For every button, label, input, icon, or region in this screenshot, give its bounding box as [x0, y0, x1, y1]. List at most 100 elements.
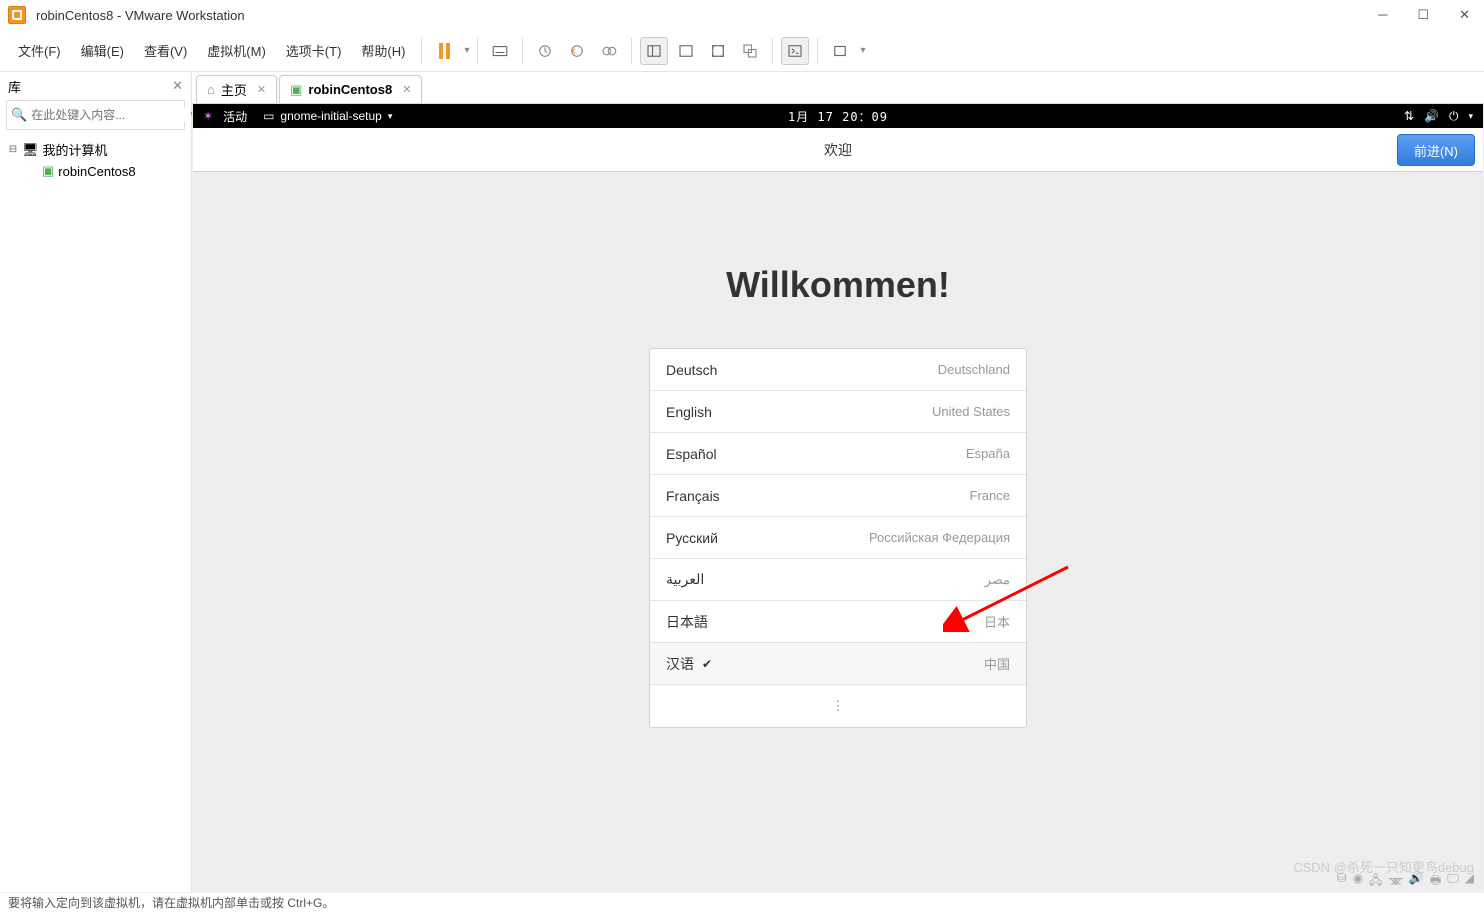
snapshot-manager-icon — [600, 42, 618, 60]
gnome-topbar-left: ✶ 活动 ▭ gnome-initial-setup ▾ — [203, 108, 392, 125]
snapshot-manager-button[interactable] — [595, 37, 623, 65]
window-titlebar: robinCentos8 - VMware Workstation ─ ☐ ✕ — [0, 0, 1484, 30]
menu-help[interactable]: 帮助(H) — [353, 37, 413, 64]
language-list: Deutsch Deutschland English United State… — [649, 348, 1027, 728]
power-icon: ⏻ — [1449, 109, 1459, 124]
welcome-title: Willkommen! — [726, 264, 950, 306]
network-icon: 🖧 — [1369, 871, 1382, 892]
menu-view[interactable]: 查看(V) — [136, 37, 195, 64]
volume-icon: 🔊 — [1424, 109, 1439, 123]
tab-vm-label: robinCentos8 — [308, 82, 392, 97]
gnome-activities-icon[interactable]: ✶ — [203, 109, 213, 123]
gnome-clock[interactable]: 1月 17 20：09 — [788, 108, 888, 125]
library-sidebar: 库 ✕ 🔍 ▾ ⊟ 🖥 我的计算机 ▣ robinCentos8 — [0, 72, 192, 892]
tree-vm-label: robinCentos8 — [58, 164, 135, 179]
vm-status-icons: ⛁ ◉ 🖧 ᚘ 🔊 🖶 🖵 ◢ — [1337, 871, 1475, 892]
pause-dropdown[interactable]: ▾ — [464, 45, 469, 56]
tab-home[interactable]: ⌂ 主页 ✕ — [196, 75, 277, 103]
app-window-icon: ▭ — [263, 109, 274, 123]
snapshot-button[interactable] — [531, 37, 559, 65]
minimize-button[interactable]: ─ — [1372, 5, 1393, 25]
console-view-button[interactable] — [781, 37, 809, 65]
chevron-down-icon: ▾ — [388, 111, 393, 122]
send-ctrl-alt-del-button[interactable] — [486, 37, 514, 65]
language-item-espanol[interactable]: Español España — [650, 433, 1026, 475]
language-item-english[interactable]: English United States — [650, 391, 1026, 433]
separator — [772, 38, 773, 64]
console-view-icon — [786, 42, 804, 60]
tab-close-button[interactable]: ✕ — [402, 83, 411, 96]
close-button[interactable]: ✕ — [1453, 5, 1476, 25]
language-item-francais[interactable]: Français France — [650, 475, 1026, 517]
tree-root-my-computer[interactable]: ⊟ 🖥 我的计算机 — [4, 138, 187, 161]
menu-vm[interactable]: 虚拟机(M) — [199, 37, 274, 64]
more-icon: ⋮ — [832, 698, 845, 714]
keyboard-icon — [491, 42, 509, 60]
snapshot-icon — [536, 42, 554, 60]
vm-viewport[interactable]: ✶ 活动 ▭ gnome-initial-setup ▾ 1月 17 20：09… — [193, 104, 1483, 892]
language-name: English — [666, 404, 712, 420]
home-icon: ⌂ — [207, 82, 215, 97]
tab-home-label: 主页 — [221, 80, 247, 99]
sidebar-close-button[interactable]: ✕ — [172, 78, 183, 94]
menu-edit[interactable]: 编辑(E) — [73, 37, 132, 64]
vm-icon: ▣ — [42, 163, 54, 179]
status-bar: 要将输入定向到该虚拟机，请在虚拟机内部单击或按 Ctrl+G。 — [0, 892, 1484, 912]
gnome-app-indicator[interactable]: ▭ gnome-initial-setup ▾ — [263, 109, 392, 123]
next-button-label: 前进(N) — [1414, 141, 1458, 160]
resize-grip-icon[interactable]: ◢ — [1465, 871, 1474, 892]
maximize-button[interactable]: ☐ — [1411, 5, 1435, 25]
stretch-dropdown[interactable]: ▾ — [860, 45, 865, 56]
language-name: 汉语✔ — [666, 654, 712, 674]
separator — [421, 38, 422, 64]
language-country: Российская Федерация — [869, 530, 1010, 545]
language-name: Русский — [666, 530, 718, 546]
tab-vm[interactable]: ▣ robinCentos8 ✕ — [279, 75, 422, 103]
tree-vm-item[interactable]: ▣ robinCentos8 — [4, 161, 187, 181]
window-title: robinCentos8 - VMware Workstation — [36, 8, 1372, 23]
language-name: Deutsch — [666, 362, 717, 378]
cd-icon: ◉ — [1353, 871, 1363, 892]
vm-icon: ▣ — [290, 82, 302, 98]
computer-icon: 🖥 — [22, 142, 39, 158]
language-country: España — [966, 446, 1010, 461]
fullscreen-button[interactable] — [704, 37, 732, 65]
separator — [631, 38, 632, 64]
stretch-button[interactable] — [826, 37, 854, 65]
unity-button[interactable] — [736, 37, 764, 65]
gnome-app-label: gnome-initial-setup — [280, 109, 381, 123]
search-icon: 🔍 — [11, 107, 27, 123]
show-console-button[interactable] — [672, 37, 700, 65]
fullscreen-icon — [709, 42, 727, 60]
tab-close-button[interactable]: ✕ — [257, 83, 266, 96]
language-item-japanese[interactable]: 日本語 日本 — [650, 601, 1026, 643]
language-country: Deutschland — [938, 362, 1010, 377]
language-item-russian[interactable]: Русский Российская Федерация — [650, 517, 1026, 559]
welcome-page: Willkommen! Deutsch Deutschland English … — [193, 172, 1483, 892]
show-sidebar-button[interactable] — [640, 37, 668, 65]
language-item-deutsch[interactable]: Deutsch Deutschland — [650, 349, 1026, 391]
separator — [817, 38, 818, 64]
search-input[interactable] — [31, 108, 186, 122]
revert-snapshot-button[interactable] — [563, 37, 591, 65]
sidebar-search[interactable]: 🔍 ▾ — [6, 100, 185, 130]
revert-icon — [568, 42, 586, 60]
gnome-header-title: 欢迎 — [824, 140, 852, 160]
gnome-topbar-right[interactable]: ⇅ 🔊 ⏻ ▾ — [1404, 109, 1473, 124]
menu-tabs[interactable]: 选项卡(T) — [278, 37, 350, 64]
gnome-activities-label[interactable]: 活动 — [223, 108, 247, 125]
sound-icon: 🔊 — [1409, 871, 1424, 892]
gnome-topbar: ✶ 活动 ▭ gnome-initial-setup ▾ 1月 17 20：09… — [193, 104, 1483, 128]
language-name: Français — [666, 488, 720, 504]
menu-file[interactable]: 文件(F) — [10, 37, 69, 64]
tree-toggle-icon[interactable]: ⊟ — [8, 144, 18, 155]
sidebar-title: 库 — [8, 77, 21, 96]
pause-button[interactable] — [430, 37, 458, 65]
language-item-arabic[interactable]: العربية مصر — [650, 559, 1026, 601]
display-icon: 🖵 — [1447, 871, 1459, 892]
language-country: 中国 — [984, 654, 1010, 673]
language-more-button[interactable]: ⋮ — [650, 685, 1026, 727]
sidebar-icon — [645, 42, 663, 60]
next-button[interactable]: 前进(N) — [1397, 134, 1475, 166]
language-item-chinese[interactable]: 汉语✔ 中国 — [650, 643, 1026, 685]
